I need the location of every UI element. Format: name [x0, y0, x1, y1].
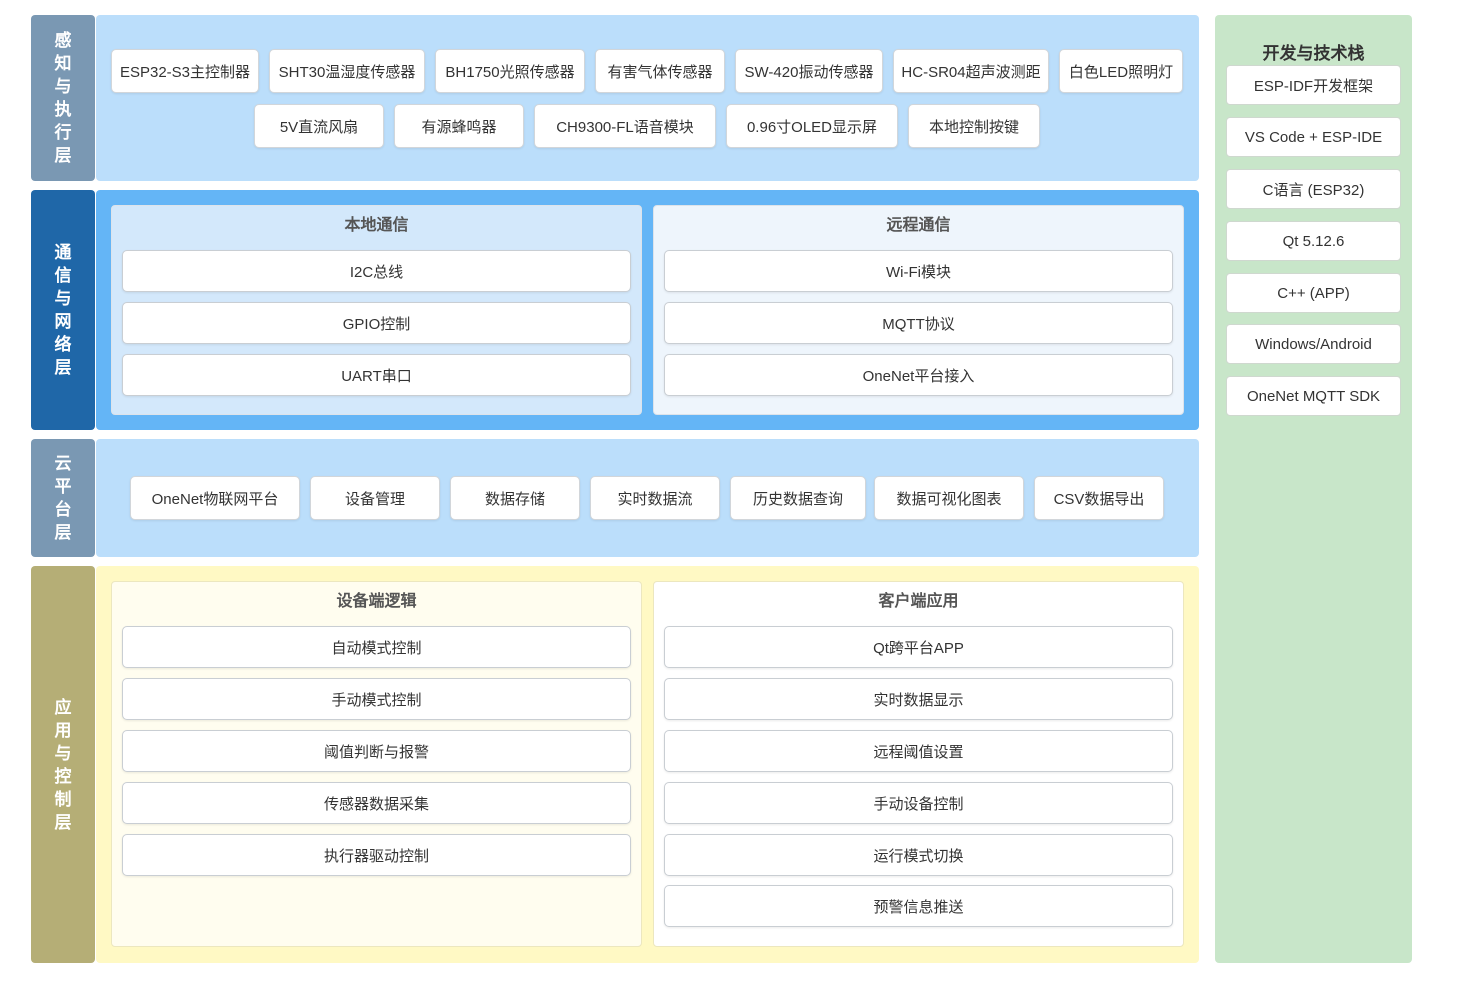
- list-item: MQTT协议: [664, 302, 1173, 344]
- list-item: 手动模式控制: [122, 678, 631, 720]
- component-chip: 0.96寸OLED显示屏: [726, 104, 898, 148]
- component-chip: 有害气体传感器: [595, 49, 725, 93]
- list-item: 传感器数据采集: [122, 782, 631, 824]
- component-chip: 数据可视化图表: [874, 476, 1024, 520]
- layer-panel-network: 本地通信 I2C总线 GPIO控制 UART串口 远程通信 Wi-Fi模块 MQ…: [96, 190, 1199, 430]
- list-item: OneNet平台接入: [664, 354, 1173, 396]
- layer-panel-perception: ESP32-S3主控制器 SHT30温湿度传感器 BH1750光照传感器 有害气…: [96, 15, 1199, 181]
- subpanel-device-logic: 设备端逻辑 自动模式控制 手动模式控制 阈值判断与报警 传感器数据采集 执行器驱…: [111, 581, 642, 947]
- component-chip: 有源蜂鸣器: [394, 104, 524, 148]
- component-chip: ESP32-S3主控制器: [111, 49, 259, 93]
- component-chip: HC-SR04超声波测距: [893, 49, 1049, 93]
- layer-panel-cloud: OneNet物联网平台 设备管理 数据存储 实时数据流 历史数据查询 数据可视化…: [96, 439, 1199, 557]
- tech-item: ESP-IDF开发框架: [1226, 65, 1401, 105]
- subpanel-title: 客户端应用: [878, 593, 959, 610]
- list-item: 执行器驱动控制: [122, 834, 631, 876]
- component-chip: 设备管理: [310, 476, 440, 520]
- component-chip: 历史数据查询: [730, 476, 866, 520]
- list-item: Wi-Fi模块: [664, 250, 1173, 292]
- tech-item: OneNet MQTT SDK: [1226, 376, 1401, 416]
- component-chip: OneNet物联网平台: [130, 476, 300, 520]
- layer-label-cloud: 云平台层: [31, 439, 95, 557]
- list-item: 手动设备控制: [664, 782, 1173, 824]
- tech-stack-panel: 开发与技术栈 ESP-IDF开发框架 VS Code + ESP-IDE C语言…: [1215, 15, 1412, 963]
- list-item: 运行模式切换: [664, 834, 1173, 876]
- layer-panel-application: 设备端逻辑 自动模式控制 手动模式控制 阈值判断与报警 传感器数据采集 执行器驱…: [96, 566, 1199, 963]
- list-item: 阈值判断与报警: [122, 730, 631, 772]
- tech-item: Windows/Android: [1226, 324, 1401, 364]
- list-item: 实时数据显示: [664, 678, 1173, 720]
- subpanel-client-app: 客户端应用 Qt跨平台APP 实时数据显示 远程阈值设置 手动设备控制 运行模式…: [653, 581, 1184, 947]
- list-item: I2C总线: [122, 250, 631, 292]
- component-chip: SHT30温湿度传感器: [269, 49, 425, 93]
- tech-stack-title: 开发与技术栈: [1262, 44, 1365, 63]
- component-chip: 实时数据流: [590, 476, 720, 520]
- tech-item: Qt 5.12.6: [1226, 221, 1401, 261]
- tech-item: VS Code + ESP-IDE: [1226, 117, 1401, 157]
- subpanel-title: 本地通信: [344, 217, 409, 234]
- layer-label-network-text: 通信与网络层: [54, 243, 72, 377]
- list-item: 远程阈值设置: [664, 730, 1173, 772]
- layer-label-cloud-text: 云平台层: [54, 454, 72, 542]
- component-chip: 本地控制按键: [908, 104, 1040, 148]
- list-item: 自动模式控制: [122, 626, 631, 668]
- layer-label-perception-text: 感知与执行层: [54, 31, 72, 165]
- list-item: UART串口: [122, 354, 631, 396]
- tech-item: C语言 (ESP32): [1226, 169, 1401, 209]
- layer-label-application: 应用与控制层: [31, 566, 95, 963]
- component-chip: CH9300-FL语音模块: [534, 104, 716, 148]
- layer-label-application-text: 应用与控制层: [54, 697, 72, 832]
- list-item: 预警信息推送: [664, 885, 1173, 927]
- subpanel-local-comm: 本地通信 I2C总线 GPIO控制 UART串口: [111, 205, 642, 415]
- subpanel-title: 设备端逻辑: [336, 593, 417, 610]
- list-item: GPIO控制: [122, 302, 631, 344]
- component-chip: CSV数据导出: [1034, 476, 1164, 520]
- tech-item: C++ (APP): [1226, 273, 1401, 313]
- component-chip: BH1750光照传感器: [435, 49, 585, 93]
- layer-label-perception: 感知与执行层: [31, 15, 95, 181]
- list-item: Qt跨平台APP: [664, 626, 1173, 668]
- component-chip: 数据存储: [450, 476, 580, 520]
- component-chip: SW-420振动传感器: [735, 49, 883, 93]
- subpanel-remote-comm: 远程通信 Wi-Fi模块 MQTT协议 OneNet平台接入: [653, 205, 1184, 415]
- subpanel-title: 远程通信: [886, 217, 951, 234]
- component-chip: 白色LED照明灯: [1059, 49, 1183, 93]
- component-chip: 5V直流风扇: [254, 104, 384, 148]
- layer-label-network: 通信与网络层: [31, 190, 95, 430]
